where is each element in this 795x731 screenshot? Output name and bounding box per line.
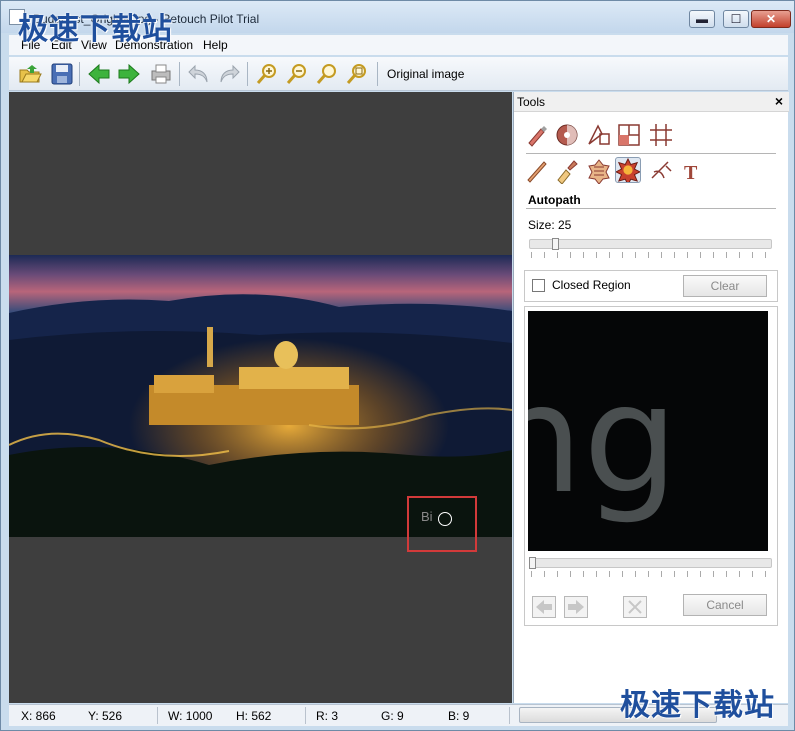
svg-text:T: T: [684, 162, 698, 184]
watermark-bottom: 极速下载站: [620, 688, 775, 723]
status-g: G: 9: [381, 709, 404, 723]
original-image-button[interactable]: Original image: [387, 67, 464, 81]
redo-icon[interactable]: [217, 62, 241, 86]
section-title: Autopath: [528, 193, 581, 207]
size-slider-thumb[interactable]: [552, 238, 559, 250]
save-icon[interactable]: [50, 62, 74, 86]
position-slider-thumb[interactable]: [529, 557, 536, 569]
position-slider[interactable]: [529, 558, 772, 568]
print-icon[interactable]: [149, 62, 173, 86]
reject-button[interactable]: [623, 596, 647, 618]
next-button[interactable]: [564, 596, 588, 618]
zoom-out-icon[interactable]: [285, 62, 309, 86]
previous-button[interactable]: [532, 596, 556, 618]
status-h: H: 562: [236, 709, 272, 723]
size-slider-ticks: [531, 252, 772, 258]
status-w: W: 1000: [168, 709, 213, 723]
divider: [526, 153, 776, 154]
clear-button[interactable]: Clear: [683, 275, 767, 297]
pencil-icon[interactable]: [524, 158, 550, 184]
position-slider-ticks: [531, 571, 772, 577]
toolbar-separator: [79, 62, 80, 86]
autopath-icon: [614, 157, 642, 186]
watermark-top: 极速下载站: [18, 12, 173, 47]
left-arrow-icon: [536, 600, 552, 614]
minimize-button[interactable]: ▬: [689, 10, 715, 28]
status-separator: [509, 707, 510, 724]
zoom-in-icon[interactable]: [255, 62, 279, 86]
toolbar: Original image: [9, 57, 788, 91]
size-label: Size: 25: [528, 218, 572, 232]
menu-help[interactable]: Help: [203, 38, 228, 52]
preview-text: ng: [528, 353, 678, 527]
brush-cursor: [438, 512, 452, 526]
toolbar-separator: [247, 62, 248, 86]
tools-panel-close-button[interactable]: ×: [775, 93, 783, 109]
maximize-button[interactable]: ☐: [723, 10, 749, 28]
tools-panel: Tools × T Autopath Size: 25 Closed Regio…: [513, 92, 789, 703]
autopath-tool-button[interactable]: [614, 157, 642, 186]
status-separator: [305, 707, 306, 724]
zoom-fit-icon[interactable]: [315, 62, 339, 86]
toolbar-separator: [179, 62, 180, 86]
zoom-actual-icon[interactable]: [345, 62, 369, 86]
eraser-brush-icon[interactable]: [554, 158, 580, 184]
tools-panel-header: Tools ×: [514, 92, 789, 112]
image-canvas[interactable]: Bi: [9, 92, 512, 703]
retouch-brush-icon[interactable]: [524, 122, 550, 148]
zoom-preview: ng: [528, 311, 768, 551]
grid-icon[interactable]: [648, 122, 674, 148]
close-button[interactable]: ✕: [751, 10, 791, 28]
right-arrow-icon: [568, 600, 584, 614]
crop-icon[interactable]: [616, 122, 642, 148]
color-circle-icon[interactable]: [554, 122, 580, 148]
size-slider[interactable]: [529, 239, 772, 249]
text-tool-icon[interactable]: T: [679, 158, 705, 184]
app-window: Budapest_Original.jpg - Retouch Pilot Tr…: [0, 0, 795, 731]
divider: [526, 208, 776, 209]
forward-arrow-icon[interactable]: [117, 62, 141, 86]
pattern-icon[interactable]: [586, 158, 612, 184]
cancel-button[interactable]: Cancel: [683, 594, 767, 616]
open-icon[interactable]: [18, 62, 42, 86]
x-icon: [628, 600, 642, 614]
closed-region-checkbox[interactable]: [532, 279, 545, 292]
transform-icon[interactable]: [586, 122, 612, 148]
budapest-photo[interactable]: [9, 255, 512, 537]
back-arrow-icon[interactable]: [87, 62, 111, 86]
closed-region-label: Closed Region: [552, 278, 631, 292]
status-r: R: 3: [316, 709, 339, 723]
status-y: Y: 526: [88, 709, 123, 723]
status-x: X: 866: [21, 709, 56, 723]
status-b: B: 9: [448, 709, 470, 723]
tools-panel-title: Tools: [517, 95, 546, 109]
toolbar-separator: [377, 62, 378, 86]
lasso-icon[interactable]: [648, 158, 674, 184]
status-separator: [157, 707, 158, 724]
undo-icon[interactable]: [187, 62, 211, 86]
